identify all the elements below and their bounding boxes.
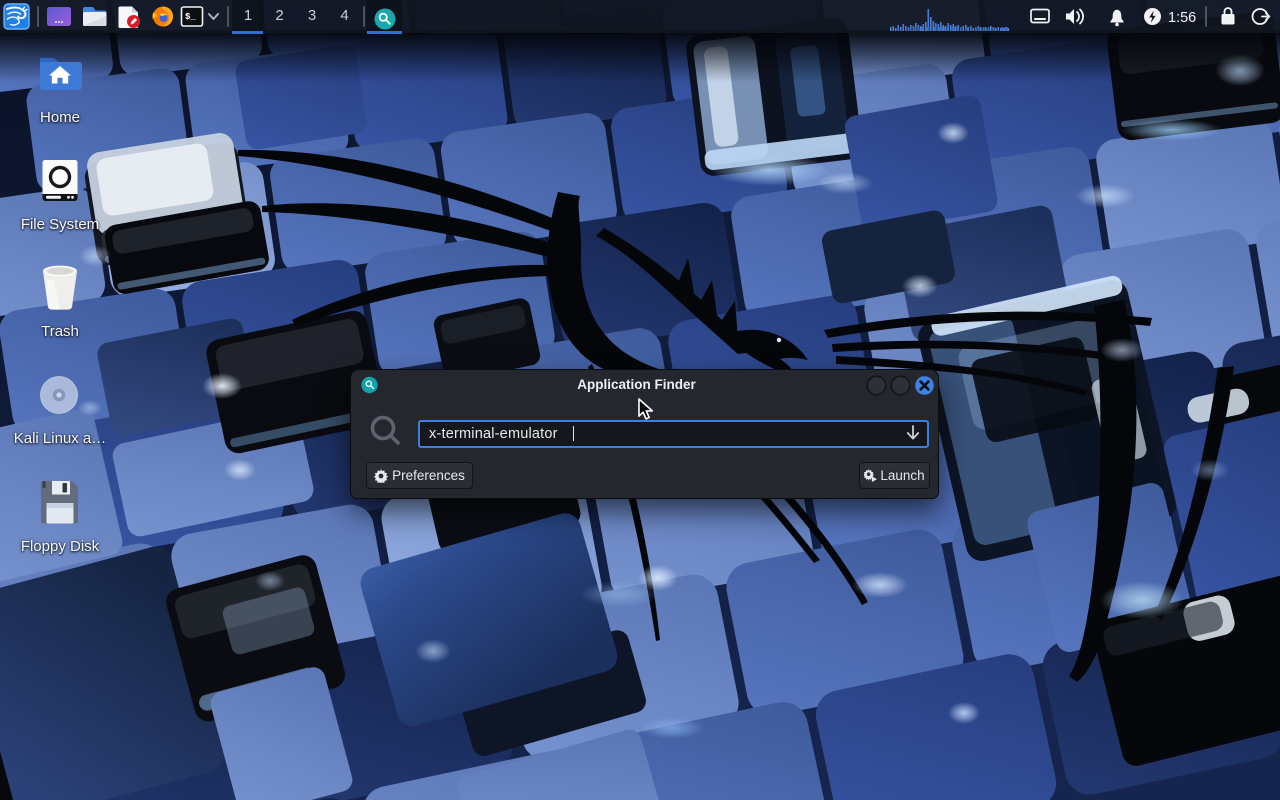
svg-text:$_: $_ — [185, 12, 196, 22]
svg-text:1:56: 1:56 — [1168, 10, 1196, 26]
